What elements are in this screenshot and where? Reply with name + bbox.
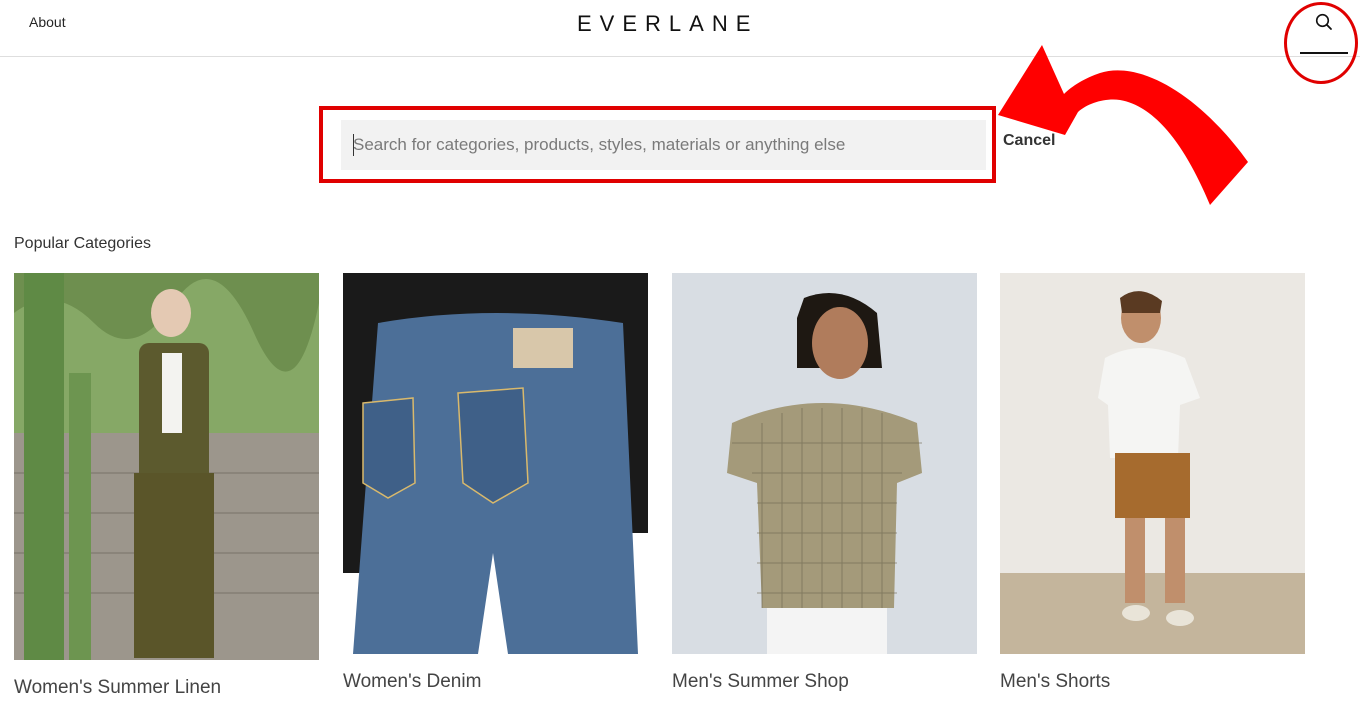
everlane-logo[interactable]: EVERLANE [577,11,758,37]
category-image [14,273,319,660]
annotation-box [319,106,996,183]
category-image [343,273,648,654]
category-label: Women's Denim [343,671,482,692]
category-label: Men's Shorts [1000,671,1111,692]
annotation-circle [1284,2,1358,84]
category-image [672,273,977,654]
category-card-womens-denim[interactable]: Women's Denim [343,273,648,693]
category-card-womens-summer-linen[interactable]: Women's Summer Linen [14,273,319,699]
category-card-mens-shorts[interactable]: Men's Shorts [1000,273,1305,693]
category-label: Women's Summer Linen [14,677,222,698]
search-input[interactable] [341,120,986,170]
annotation-arrow [998,45,1248,205]
category-image [1000,273,1305,654]
category-label: Men's Summer Shop [672,671,849,692]
section-title: Popular Categories [14,235,151,252]
text-caret [353,134,354,156]
category-card-mens-summer-shop[interactable]: Men's Summer Shop [672,273,977,693]
about-link[interactable]: About [29,14,66,30]
